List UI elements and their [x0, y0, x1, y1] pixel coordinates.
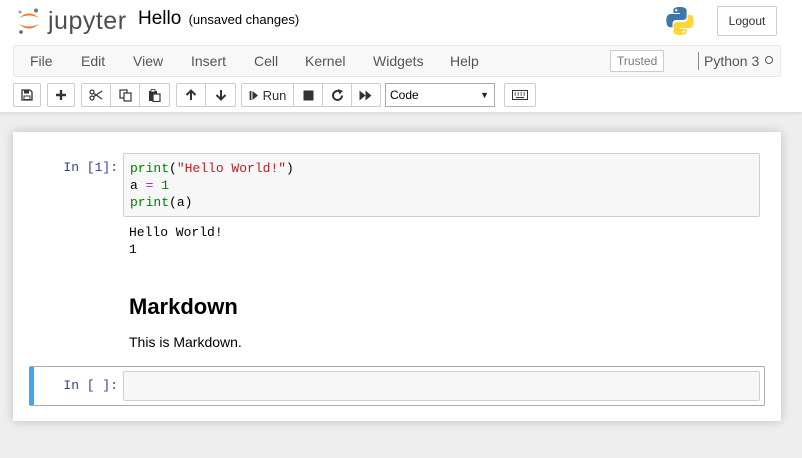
run-label: Run [262, 87, 287, 103]
input-prompt: In [1]: [63, 160, 118, 175]
code-editor[interactable] [123, 371, 760, 401]
interrupt-button[interactable] [294, 83, 323, 107]
cell-type-value: Code [390, 88, 419, 102]
code-editor[interactable]: print("Hello World!") a = 1 print(a) [123, 153, 760, 217]
trusted-indicator[interactable]: Trusted [610, 50, 665, 72]
add-cell-button[interactable] [47, 83, 75, 107]
kernel-divider [698, 52, 699, 70]
run-button[interactable]: Run [241, 83, 294, 107]
paste-icon [149, 88, 161, 102]
cut-button[interactable] [81, 83, 111, 107]
restart-button[interactable] [323, 83, 352, 107]
python-logo-icon [664, 5, 696, 40]
stop-icon [303, 90, 313, 100]
run-icon [249, 90, 258, 100]
move-down-button[interactable] [206, 83, 236, 107]
notebook-container: In [1]: print("Hello World!") a = 1 prin… [13, 132, 781, 421]
restart-run-all-button[interactable] [352, 83, 381, 107]
command-palette-button[interactable] [504, 83, 536, 107]
keyboard-icon [512, 90, 528, 100]
output-text: 1 [129, 242, 137, 257]
kernel-idle-icon [765, 56, 773, 64]
restart-icon [331, 88, 343, 101]
save-status: (unsaved changes) [188, 12, 300, 27]
copy-icon [118, 88, 132, 102]
fast-forward-icon [359, 90, 372, 100]
menu-help[interactable]: Help [450, 46, 479, 76]
move-down-icon [215, 90, 226, 101]
jupyter-logo-icon [18, 8, 39, 34]
code-line: print("Hello World!") [130, 161, 294, 176]
kernel-name[interactable]: Python 3 [704, 46, 759, 76]
chevron-down-icon: ▼ [480, 90, 489, 100]
notebook-name[interactable]: Hello [138, 8, 181, 29]
jupyter-logo-text: jupyter [48, 6, 127, 35]
notebook-header: jupyter Hello (unsaved changes) Logout F… [0, 0, 802, 113]
input-prompt: In [ ]: [63, 378, 118, 393]
cut-icon [89, 89, 103, 101]
output-text: Hello World! [129, 225, 223, 240]
menu-edit[interactable]: Edit [81, 46, 105, 76]
save-button[interactable] [13, 83, 41, 107]
menu-cell[interactable]: Cell [254, 46, 278, 76]
logout-button[interactable]: Logout [717, 6, 777, 36]
menu-widgets[interactable]: Widgets [373, 46, 424, 76]
move-up-button[interactable] [176, 83, 206, 107]
add-cell-icon [56, 90, 66, 100]
menubar: File Edit View Insert Cell Kernel Widget… [13, 45, 781, 77]
notebook-title[interactable]: Hello (unsaved changes) [138, 8, 299, 30]
menu-view[interactable]: View [133, 46, 163, 76]
markdown-heading: Markdown [129, 294, 238, 319]
menu-file[interactable]: File [30, 46, 53, 76]
menu-kernel[interactable]: Kernel [305, 46, 345, 76]
copy-button[interactable] [111, 83, 140, 107]
move-up-icon [185, 89, 197, 100]
code-line: a = 1 [130, 178, 170, 193]
cell-type-select[interactable]: Code ▼ [385, 83, 495, 107]
markdown-text: This is Markdown. [129, 334, 242, 350]
menu-insert[interactable]: Insert [191, 46, 226, 76]
jupyter-logo[interactable]: jupyter [16, 6, 127, 36]
code-line: print(a) [130, 195, 193, 210]
paste-button[interactable] [140, 83, 170, 107]
save-icon [21, 89, 33, 101]
